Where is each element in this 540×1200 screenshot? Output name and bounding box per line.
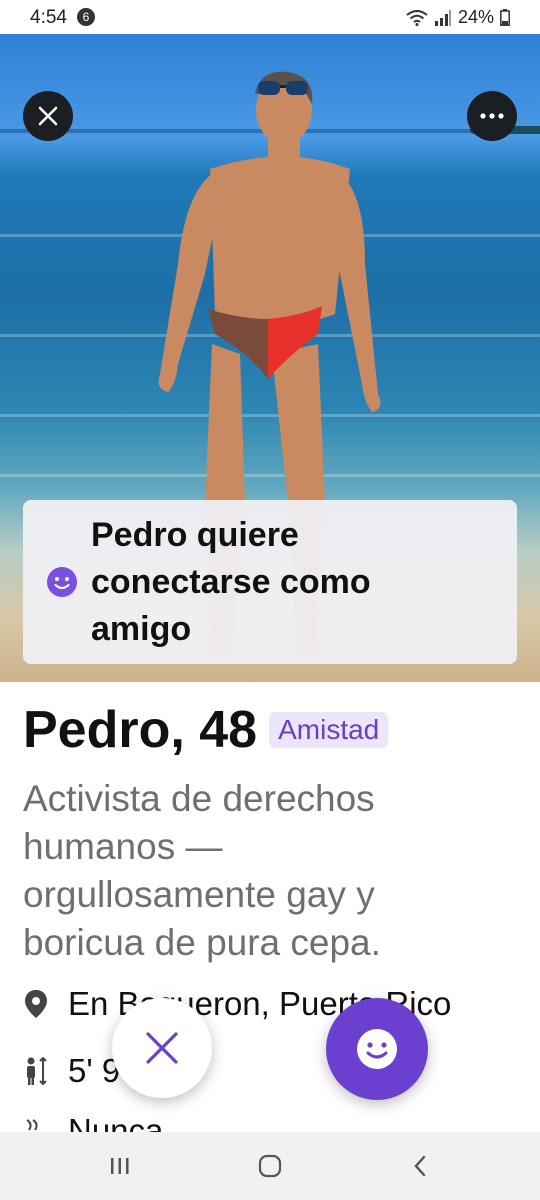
connect-message: Pedro quiere conectarse como amigo	[91, 515, 371, 648]
smiley-icon	[357, 1029, 397, 1069]
battery-percent: 24%	[457, 7, 494, 27]
more-options-button[interactable]	[467, 91, 517, 141]
intent-tag: Amistad	[269, 712, 389, 748]
smiley-icon	[47, 567, 77, 597]
back-button[interactable]	[400, 1150, 440, 1182]
battery-icon	[500, 9, 510, 26]
height-row: 5' 9	[23, 1052, 120, 1090]
signal-icon	[434, 9, 451, 26]
home-icon	[258, 1154, 282, 1178]
profile-bio: Activista de derechos humanos — orgullos…	[23, 778, 381, 963]
profile-name: Pedro, 48	[23, 701, 258, 759]
system-nav-bar	[0, 1132, 540, 1200]
status-icons: 24%	[406, 7, 510, 28]
name-row: Pedro, 48 Amistad	[23, 700, 517, 760]
status-bar: 4:54 6 24%	[0, 0, 540, 34]
recent-apps-icon	[111, 1158, 129, 1174]
more-icon	[480, 113, 504, 119]
notification-badge: 6	[77, 8, 95, 26]
status-time: 4:54	[30, 7, 67, 28]
recent-apps-button[interactable]	[100, 1150, 140, 1182]
close-icon	[38, 106, 58, 126]
connect-button[interactable]	[326, 998, 428, 1100]
close-icon	[146, 1032, 178, 1064]
height-icon	[27, 1056, 47, 1086]
dismiss-button[interactable]	[112, 998, 212, 1098]
back-icon	[414, 1155, 426, 1177]
profile-info: Pedro, 48 Amistad Activista de derechos …	[23, 700, 517, 967]
wifi-icon	[406, 9, 428, 26]
location-pin-icon	[25, 990, 47, 1018]
home-button[interactable]	[250, 1150, 290, 1182]
connect-request-card: Pedro quiere conectarse como amigo	[23, 500, 517, 664]
close-button[interactable]	[23, 91, 73, 141]
